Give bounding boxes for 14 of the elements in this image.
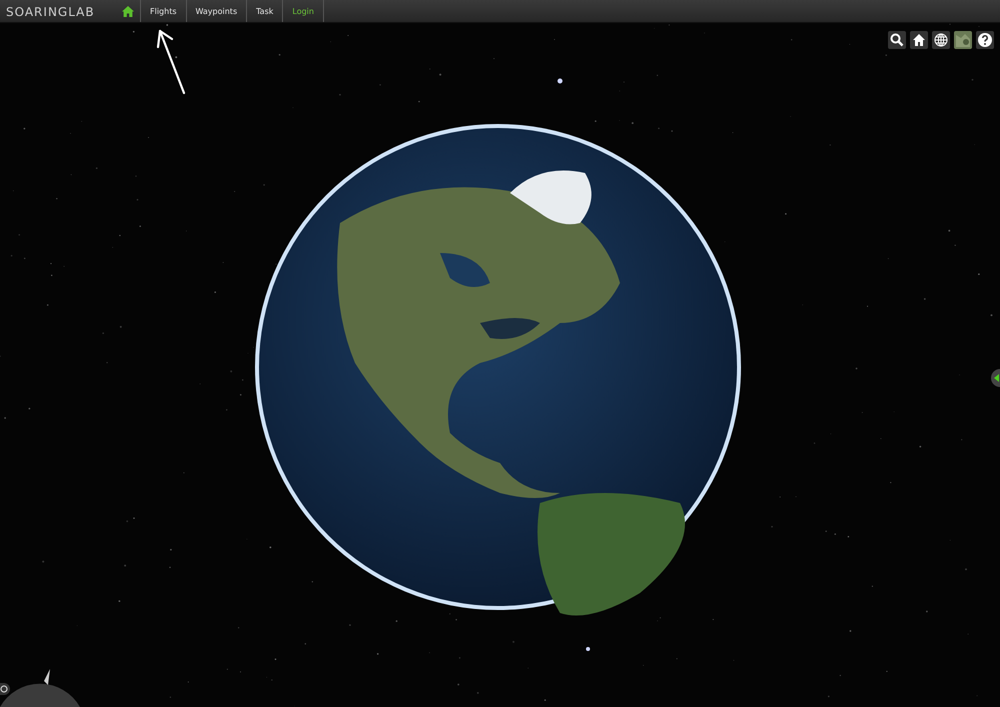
zoom-control-icon[interactable] [0,683,10,695]
help-icon[interactable] [976,31,994,49]
panel-toggle-icon[interactable] [991,369,1000,387]
search-icon[interactable] [888,31,906,49]
home-icon[interactable] [910,31,928,49]
home-icon[interactable] [122,6,134,16]
globe-drawing[interactable] [255,124,741,616]
nav-tab[interactable]: Flights [140,0,186,22]
login-link[interactable]: Login [282,0,324,22]
annotation-arrow [156,30,186,94]
app-logo: SOARINGLAB [5,4,96,21]
nav-tab[interactable]: Waypoints [186,0,246,22]
nav-tab[interactable]: Task [246,0,282,22]
globe-icon[interactable] [932,31,950,49]
